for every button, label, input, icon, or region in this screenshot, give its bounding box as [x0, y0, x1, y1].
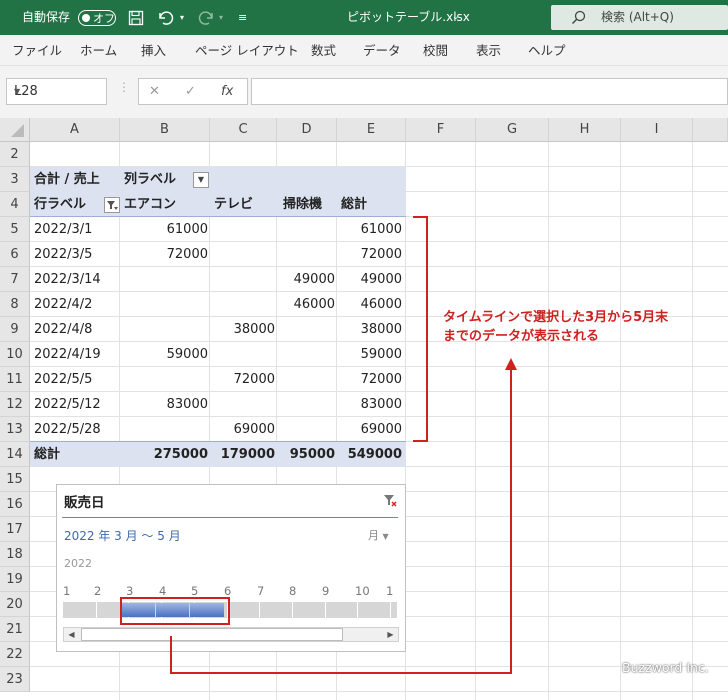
name-box[interactable]: L28 ▼	[6, 78, 107, 105]
tab-home[interactable]: ホーム	[80, 35, 117, 66]
tab-formulas[interactable]: 数式	[311, 35, 336, 66]
undo-icon[interactable]	[156, 9, 176, 27]
annotation-arrow	[170, 358, 517, 674]
formula-buttons: ✕ ✓ fx	[138, 78, 248, 105]
ribbon-tabs: ファイル ホーム 挿入 ページ レイアウト 数式 データ 校閲 表示 ヘルプ	[0, 35, 728, 66]
tab-file[interactable]: ファイル	[12, 35, 62, 66]
cancel-icon[interactable]: ✕	[149, 79, 160, 104]
redo-dropdown-icon[interactable]: ▾	[219, 0, 223, 35]
formula-bar: L28 ▼ ⋮ ✕ ✓ fx	[0, 66, 728, 118]
filename-chevron-icon[interactable]: ⌄	[452, 0, 460, 35]
tab-review[interactable]: 校閲	[423, 35, 448, 66]
search-icon	[571, 10, 586, 25]
toggle-knob	[82, 13, 90, 22]
more-icon: ⋮	[118, 80, 130, 94]
tab-page-layout[interactable]: ページ レイアウト	[195, 35, 299, 66]
formula-input[interactable]	[251, 78, 728, 105]
insert-function-icon[interactable]: fx	[221, 79, 233, 104]
autosave-label: 自動保存	[22, 10, 71, 24]
search-placeholder: 検索 (Alt+Q)	[601, 10, 674, 24]
customize-qat-icon[interactable]: ≡	[238, 0, 247, 35]
tab-view[interactable]: 表示	[476, 35, 501, 66]
title-bar: 自動保存 オフ ▾ ▾ ≡ ピボットテーブル.xlsx ⌄ 検索 (Alt+Q)	[0, 0, 728, 35]
tab-data[interactable]: データ	[363, 35, 401, 66]
enter-icon[interactable]: ✓	[185, 79, 196, 104]
autosave-state: オフ	[93, 12, 115, 25]
autosave-toggle[interactable]: オフ	[78, 10, 116, 26]
tab-help[interactable]: ヘルプ	[528, 35, 566, 66]
name-box-dropdown-icon[interactable]: ▼	[14, 79, 101, 104]
save-icon[interactable]	[128, 10, 144, 26]
search-box[interactable]: 検索 (Alt+Q)	[551, 5, 728, 30]
worksheet[interactable]: ABCDEFGHI 2 3 4 5 6 7 8 9 10 11 12 13 14 15 16 17 18 19 20…	[0, 118, 728, 700]
tab-insert[interactable]: 挿入	[141, 35, 166, 66]
watermark: Buzzword Inc.	[622, 660, 709, 675]
redo-icon[interactable]	[196, 9, 216, 27]
undo-dropdown-icon[interactable]: ▾	[180, 0, 184, 35]
